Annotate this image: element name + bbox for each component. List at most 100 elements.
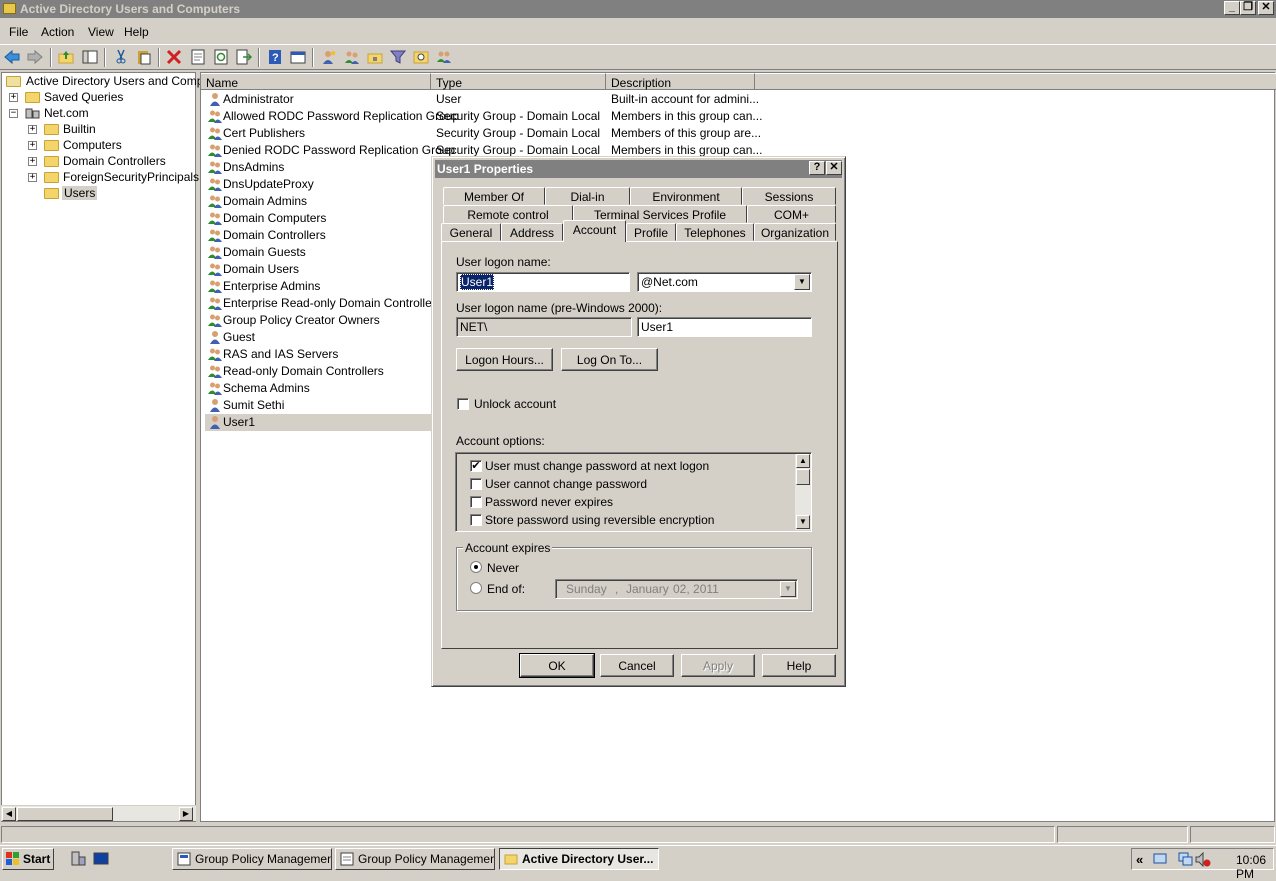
new-group-icon[interactable] [344, 49, 360, 65]
console-tree[interactable]: Active Directory Users and Comput + Save… [1, 72, 213, 822]
upn-suffix-dropdown[interactable]: @Net.com ▼ [637, 272, 812, 292]
apply-button[interactable]: Apply [681, 654, 755, 677]
taskbar-button-aduc[interactable]: Active Directory User... [499, 848, 659, 870]
tab-organization[interactable]: Organization [754, 223, 836, 241]
minimize-button[interactable]: _ [1224, 1, 1240, 15]
find-icon[interactable] [413, 49, 429, 65]
clock[interactable]: 10:06 PM [1236, 853, 1273, 881]
up-folder-icon[interactable] [58, 49, 74, 65]
new-user-icon[interactable] [321, 49, 337, 65]
tree-item-net-com[interactable]: − Net.com [2, 106, 192, 122]
tab-telephones[interactable]: Telephones [676, 223, 754, 241]
pre2000-user-input[interactable]: User1 [637, 317, 812, 337]
powershell-quicklaunch-icon[interactable] [93, 851, 109, 867]
menu-view[interactable]: View [88, 25, 114, 39]
close-button[interactable]: ✕ [1258, 1, 1274, 15]
tree-item-builtin[interactable]: + Builtin [2, 122, 192, 138]
cancel-button[interactable]: Cancel [600, 654, 674, 677]
tab-com-plus[interactable]: COM+ [747, 205, 836, 223]
menu-file[interactable]: File [9, 25, 28, 39]
back-icon[interactable] [4, 49, 20, 65]
tab-profile[interactable]: Profile [626, 223, 676, 241]
end-of-radio[interactable] [470, 582, 482, 594]
tab-environment[interactable]: Environment [630, 187, 742, 205]
start-button[interactable]: Start [2, 848, 54, 870]
option-checkbox[interactable] [470, 496, 482, 508]
expand-icon[interactable]: + [9, 93, 18, 102]
option-checkbox[interactable] [470, 478, 482, 490]
export-list-icon[interactable] [236, 49, 252, 65]
tree-horizontal-scrollbar[interactable]: ◀ ▶ [1, 805, 196, 821]
scroll-thumb[interactable] [796, 469, 810, 485]
tab-address[interactable]: Address [501, 223, 563, 241]
paste-icon[interactable] [136, 49, 152, 65]
server-manager-quicklaunch-icon[interactable] [70, 851, 86, 867]
tree-item-foreign-security-principals[interactable]: + ForeignSecurityPrincipals [2, 170, 199, 186]
show-hidden-icons-button[interactable]: « [1136, 852, 1143, 867]
dropdown-arrow-icon[interactable]: ▼ [794, 274, 810, 290]
log-on-to-button[interactable]: Log On To... [561, 348, 658, 371]
window-titlebar[interactable]: Active Directory Users and Computers _ ❐… [0, 0, 1276, 18]
tree-item-users[interactable]: Users [2, 186, 192, 202]
network-disconnected-icon[interactable] [1178, 852, 1194, 867]
tree-item-domain-controllers[interactable]: + Domain Controllers [2, 154, 192, 170]
list-row[interactable]: Cert Publishers Security Group - Domain L… [205, 125, 1265, 142]
expand-icon[interactable]: + [28, 141, 37, 150]
logon-name-input[interactable]: User1 [456, 272, 630, 292]
scroll-down-button[interactable]: ▼ [796, 515, 810, 529]
option-checkbox[interactable] [470, 514, 482, 526]
help-button[interactable]: Help [762, 654, 836, 677]
forward-icon[interactable] [27, 49, 43, 65]
console-tree-icon[interactable] [290, 49, 306, 65]
tab-sessions[interactable]: Sessions [742, 187, 836, 205]
tab-member-of[interactable]: Member Of [443, 187, 545, 205]
tab-remote-control[interactable]: Remote control [443, 205, 573, 223]
scroll-left-button[interactable]: ◀ [2, 807, 16, 821]
tab-dial-in[interactable]: Dial-in [545, 187, 630, 205]
delete-icon[interactable] [166, 49, 182, 65]
option-checkbox[interactable]: ✔ [470, 460, 482, 472]
column-header-description[interactable]: Description [606, 73, 755, 90]
unlock-account-checkbox[interactable] [457, 398, 469, 410]
ok-button[interactable]: OK [519, 653, 595, 678]
scroll-up-button[interactable]: ▲ [796, 454, 810, 468]
scroll-right-button[interactable]: ▶ [179, 807, 193, 821]
expand-icon[interactable]: + [28, 157, 37, 166]
account-options-list[interactable]: ✔ User must change password at next logo… [455, 452, 812, 532]
scroll-thumb[interactable] [17, 807, 113, 821]
menu-action[interactable]: Action [41, 25, 74, 39]
user-icon [210, 399, 220, 412]
maximize-button[interactable]: ❐ [1240, 1, 1256, 15]
taskbar-button-gpm2[interactable]: Group Policy Managemen... [335, 848, 495, 870]
list-row[interactable]: Administrator User Built-in account for ad… [205, 91, 1265, 108]
never-radio[interactable] [470, 561, 482, 573]
expand-icon[interactable]: + [28, 125, 37, 134]
network-icon[interactable] [1152, 852, 1168, 867]
taskbar-button-gpm1[interactable]: Group Policy Management [172, 848, 332, 870]
account-expires-label: Account expires [463, 541, 553, 555]
tab-general[interactable]: General [441, 223, 501, 241]
expand-icon[interactable]: + [28, 173, 37, 182]
column-header-name[interactable]: Name [201, 73, 431, 90]
logon-hours-button[interactable]: Logon Hours... [456, 348, 553, 371]
properties-icon[interactable] [190, 49, 206, 65]
dialog-titlebar[interactable]: User1 Properties ? ✕ [435, 160, 842, 178]
add-to-group-icon[interactable] [436, 49, 452, 65]
list-row[interactable]: Allowed RODC Password Replication Group S… [205, 108, 1265, 125]
help-icon[interactable]: ? [267, 49, 283, 65]
options-scrollbar[interactable]: ▲ ▼ [795, 454, 811, 530]
show-tree-icon[interactable] [82, 49, 98, 65]
dialog-close-button[interactable]: ✕ [826, 161, 842, 175]
volume-muted-icon[interactable] [1195, 852, 1211, 867]
new-ou-icon[interactable] [367, 49, 383, 65]
collapse-icon[interactable]: − [9, 109, 18, 118]
tree-item-computers[interactable]: + Computers [2, 138, 192, 154]
cut-icon[interactable] [113, 49, 129, 65]
tree-item-saved-queries[interactable]: + Saved Queries [2, 90, 192, 106]
refresh-icon[interactable] [213, 49, 229, 65]
column-header-type[interactable]: Type [431, 73, 606, 90]
tab-account[interactable]: Account [563, 220, 626, 242]
filter-icon[interactable] [390, 49, 406, 65]
menu-help[interactable]: Help [124, 25, 149, 39]
context-help-button[interactable]: ? [809, 161, 825, 175]
